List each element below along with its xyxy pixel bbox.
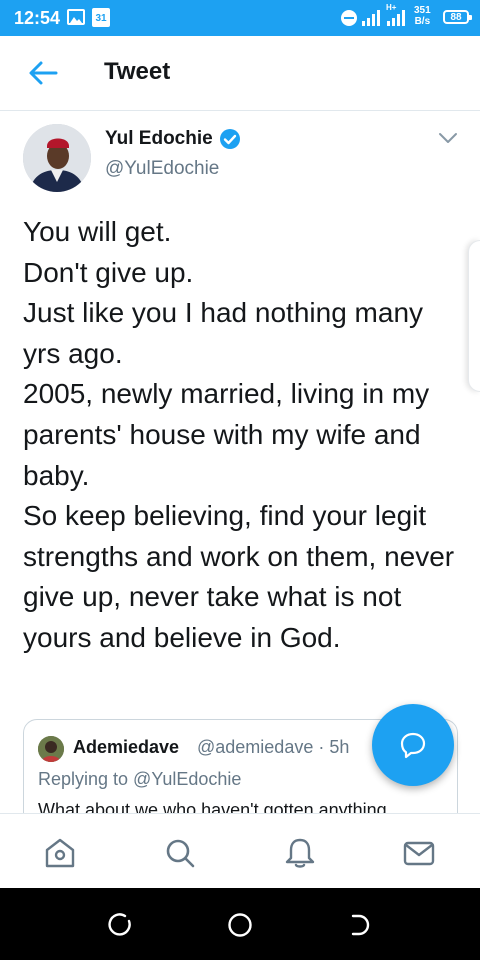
gallery-icon <box>67 9 85 25</box>
verified-badge-icon <box>219 129 240 149</box>
author-row: Yul Edochie <box>105 128 241 150</box>
battery-icon: 88 <box>443 10 472 24</box>
speed-unit: B/s <box>414 16 431 27</box>
bell-icon[interactable] <box>283 836 317 870</box>
arrow-left-icon[interactable] <box>26 58 60 88</box>
recents-icon[interactable] <box>107 912 133 938</box>
author-handle[interactable]: @YulEdochie <box>105 158 219 180</box>
status-time: 12:54 <box>14 8 61 28</box>
reply-bubble-icon <box>400 732 426 759</box>
calendar-icon: 31 <box>92 8 110 27</box>
signal-icon-2 <box>387 10 405 26</box>
signal-icon <box>362 10 380 26</box>
header: Tweet <box>0 36 480 111</box>
compose-reply-button[interactable] <box>372 704 454 786</box>
quoted-avatar <box>38 736 64 762</box>
quoted-replying-to: Replying to @YulEdochie <box>38 769 242 789</box>
chevron-down-icon[interactable] <box>437 130 459 146</box>
home-circle-icon[interactable] <box>227 912 253 938</box>
network-speed: 351 B/s <box>414 5 431 27</box>
status-bar: 12:54 31 H+ 351 B/s 88 <box>0 0 480 36</box>
quoted-author-name: Ademiedave <box>73 737 180 757</box>
tweet-text: You will get. Don't give up. Just like y… <box>23 216 455 653</box>
system-nav-bar <box>0 888 480 960</box>
do-not-disturb-icon <box>341 10 357 26</box>
speed-value: 351 <box>414 5 431 16</box>
bottom-nav <box>0 813 480 888</box>
back-icon[interactable] <box>347 912 373 938</box>
quoted-author-handle: @ademiedave · 5h <box>197 737 350 757</box>
avatar[interactable] <box>23 124 91 192</box>
search-icon[interactable] <box>163 836 197 870</box>
side-panel-handle[interactable] <box>468 240 480 392</box>
mail-icon[interactable] <box>402 836 436 870</box>
home-icon[interactable] <box>43 836 77 870</box>
page-title: Tweet <box>104 58 171 85</box>
author-name[interactable]: Yul Edochie <box>105 128 213 150</box>
